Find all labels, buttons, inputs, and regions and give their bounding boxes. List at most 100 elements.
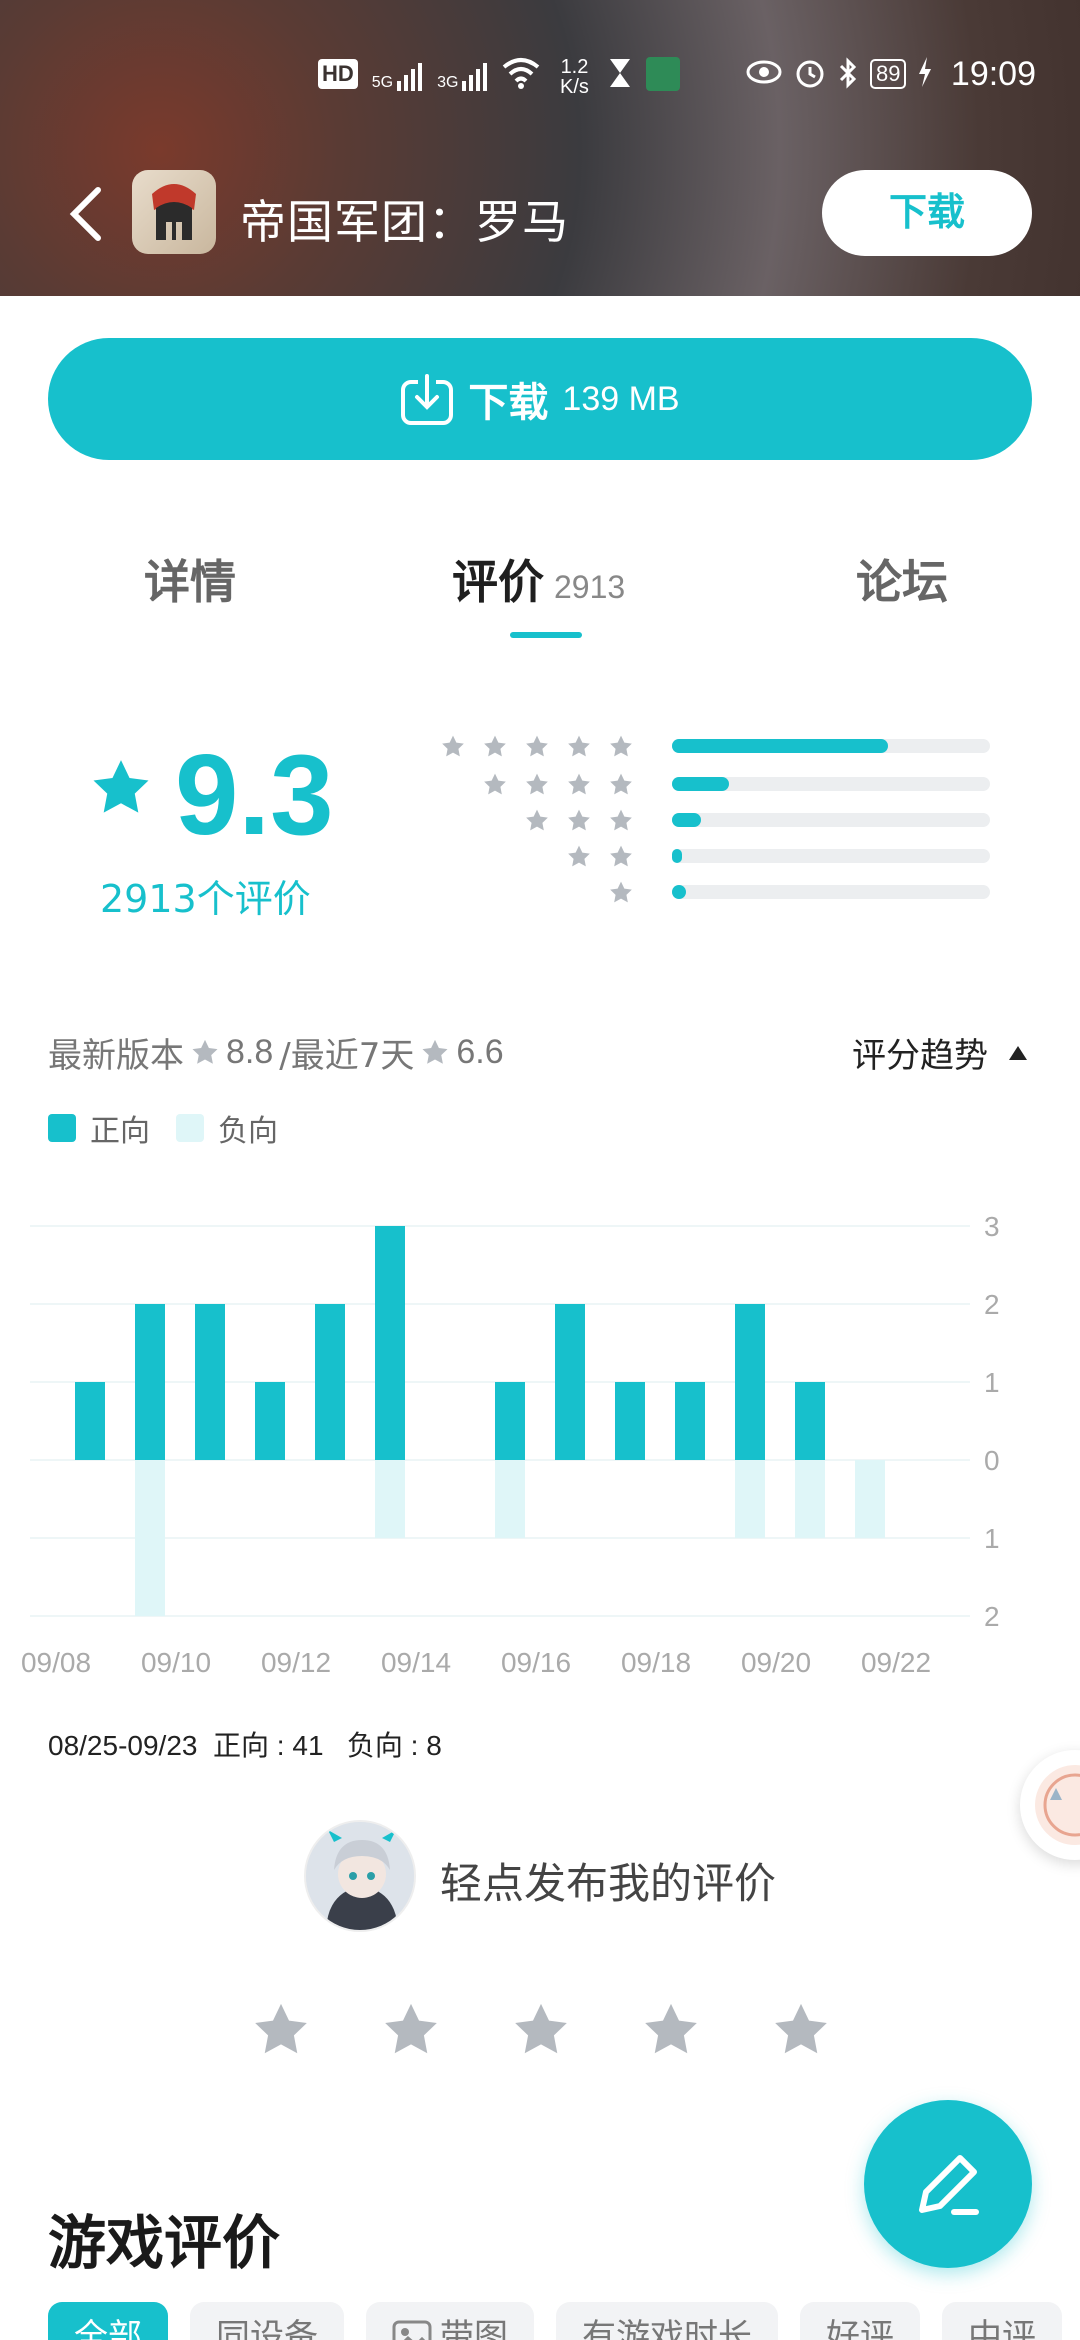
rate-star-2[interactable] <box>380 2000 442 2062</box>
distribution-fill-4 <box>672 777 730 791</box>
rating-count: 2913个评价 <box>100 877 311 921</box>
y-tick-label: 0 <box>984 1445 1000 1476</box>
battery-indicator: 89 <box>870 59 907 89</box>
negative-bar <box>375 1460 405 1538</box>
positive-bar <box>375 1226 405 1460</box>
chip-play-time[interactable]: 有游戏时长 <box>556 2302 778 2340</box>
bluetooth-icon <box>838 57 858 91</box>
tab-active-indicator <box>510 632 582 638</box>
recent-score: 6.6 <box>456 1033 504 1071</box>
distribution-bar-4 <box>672 777 990 791</box>
x-tick-label: 09/16 <box>501 1647 571 1678</box>
star-icon <box>192 1039 218 1064</box>
star-icon <box>484 735 506 757</box>
app-detail-page: HD 5G 3G 1.2 K/s 89 19:09 帝国军团：罗马 下载 下载 … <box>0 0 1080 2340</box>
app-header: HD 5G 3G 1.2 K/s 89 19:09 帝国军团：罗马 下载 <box>0 0 1080 296</box>
rating-trend-chart: 3 2 1 0 1 2 09/08 09/10 09/12 09/14 09/16 09/18 09/2… <box>21 1211 1000 1678</box>
score-star-icon <box>93 760 149 813</box>
chip-neutral[interactable]: 中评 <box>942 2302 1062 2340</box>
distribution-fill-1 <box>672 885 687 899</box>
alarm-icon <box>794 57 826 91</box>
star-icon <box>775 2003 827 2054</box>
rate-star-3[interactable] <box>510 2000 572 2062</box>
rate-star-1[interactable] <box>250 2000 312 2062</box>
avatar[interactable] <box>304 1820 416 1932</box>
positive-bar <box>795 1382 825 1460</box>
back-button[interactable] <box>66 184 106 244</box>
negative-bar <box>135 1460 165 1616</box>
distribution-fill-2 <box>672 849 682 863</box>
positive-bar <box>315 1304 345 1460</box>
star-icon <box>568 809 590 831</box>
y-tick-label: 1 <box>984 1523 1000 1554</box>
hourglass-icon <box>608 57 632 91</box>
positive-bar <box>495 1382 525 1460</box>
star-icon <box>526 773 548 795</box>
positive-bar <box>195 1304 225 1460</box>
distribution-fill-5 <box>672 739 889 753</box>
rate-star-5[interactable] <box>770 2000 832 2062</box>
chip-positive[interactable]: 好评 <box>800 2302 920 2340</box>
wifi-icon <box>502 57 540 91</box>
version-rating-line: 最新版本 8.8 /最近7天 6.6 <box>48 1028 504 1077</box>
assistant-float-button[interactable] <box>1020 1750 1080 1860</box>
tab-forum[interactable]: 论坛 <box>856 546 948 612</box>
rate-star-4[interactable] <box>640 2000 702 2062</box>
y-tick-label: 1 <box>984 1367 1000 1398</box>
download-icon <box>401 374 454 425</box>
app-title: 帝国军团：罗马 <box>240 195 569 249</box>
charging-icon <box>918 57 932 91</box>
tab-details[interactable]: 详情 <box>144 546 236 612</box>
tab-reviews[interactable]: 评价 2913 <box>452 546 625 612</box>
header-download-button[interactable]: 下载 <box>822 170 1032 256</box>
status-bar: HD 5G 3G 1.2 K/s 89 19:09 <box>0 55 1080 105</box>
star-icon <box>568 735 590 757</box>
review-filter-chips: 全部 同设备 带图 有游戏时长 好评 中评 <box>48 2302 1062 2340</box>
star-icon <box>385 2003 437 2054</box>
chip-with-image[interactable]: 带图 <box>366 2302 534 2340</box>
distribution-stars-4 <box>482 772 634 798</box>
distribution-bar-2 <box>672 849 990 863</box>
status-icons-left: HD 5G 3G 1.2 K/s <box>318 57 681 97</box>
score-trend-label: 评分趋势 <box>852 1036 988 1076</box>
status-icons-right: 89 <box>746 57 932 91</box>
post-review-prompt[interactable]: 轻点发布我的评价 <box>440 1850 776 1911</box>
star-icon <box>526 735 548 757</box>
write-review-fab[interactable] <box>864 2100 1032 2268</box>
positive-bar <box>255 1382 285 1460</box>
game-reviews-title: 游戏评价 <box>48 2209 281 2277</box>
app-notification-icon <box>646 57 681 91</box>
download-button[interactable]: 下载 139 MB <box>48 338 1032 460</box>
distribution-stars-1 <box>608 880 634 906</box>
pen-icon <box>919 2155 979 2215</box>
status-time: 19:09 <box>950 55 1036 93</box>
download-size: 139 MB <box>562 379 680 418</box>
positive-bar <box>555 1304 585 1460</box>
negative-bar <box>735 1460 765 1538</box>
star-icon <box>442 735 464 757</box>
spartan-helmet-icon <box>152 184 196 240</box>
star-icon <box>422 1039 448 1064</box>
recent-label: /最近7天 <box>279 1036 415 1076</box>
tab-reviews-count: 2913 <box>554 569 626 605</box>
chip-all[interactable]: 全部 <box>48 2302 168 2340</box>
star-icon <box>610 881 632 903</box>
avatar-image <box>306 1822 414 1930</box>
negative-bar <box>855 1460 885 1538</box>
x-tick-label: 09/08 <box>21 1647 91 1678</box>
distribution-bar-5 <box>672 739 990 753</box>
rate-stars <box>250 2000 832 2062</box>
tab-bar: 详情 评价 2913 论坛 <box>0 546 1080 646</box>
distribution-bar-3 <box>672 813 990 827</box>
positive-bar <box>75 1382 105 1460</box>
distribution-bar-1 <box>672 885 990 899</box>
distribution-stars-2 <box>566 844 634 870</box>
x-tick-label: 09/20 <box>741 1647 811 1678</box>
star-icon <box>568 773 590 795</box>
negative-bar <box>795 1460 825 1538</box>
score-trend-toggle[interactable]: 评分趋势 <box>852 1028 1028 1077</box>
chip-same-device[interactable]: 同设备 <box>190 2302 344 2340</box>
chart-summary: 08/25-09/23 正向 : 41 负向 : 8 <box>48 1730 442 1761</box>
y-tick-label: 3 <box>984 1211 1000 1242</box>
negative-bar <box>495 1460 525 1538</box>
